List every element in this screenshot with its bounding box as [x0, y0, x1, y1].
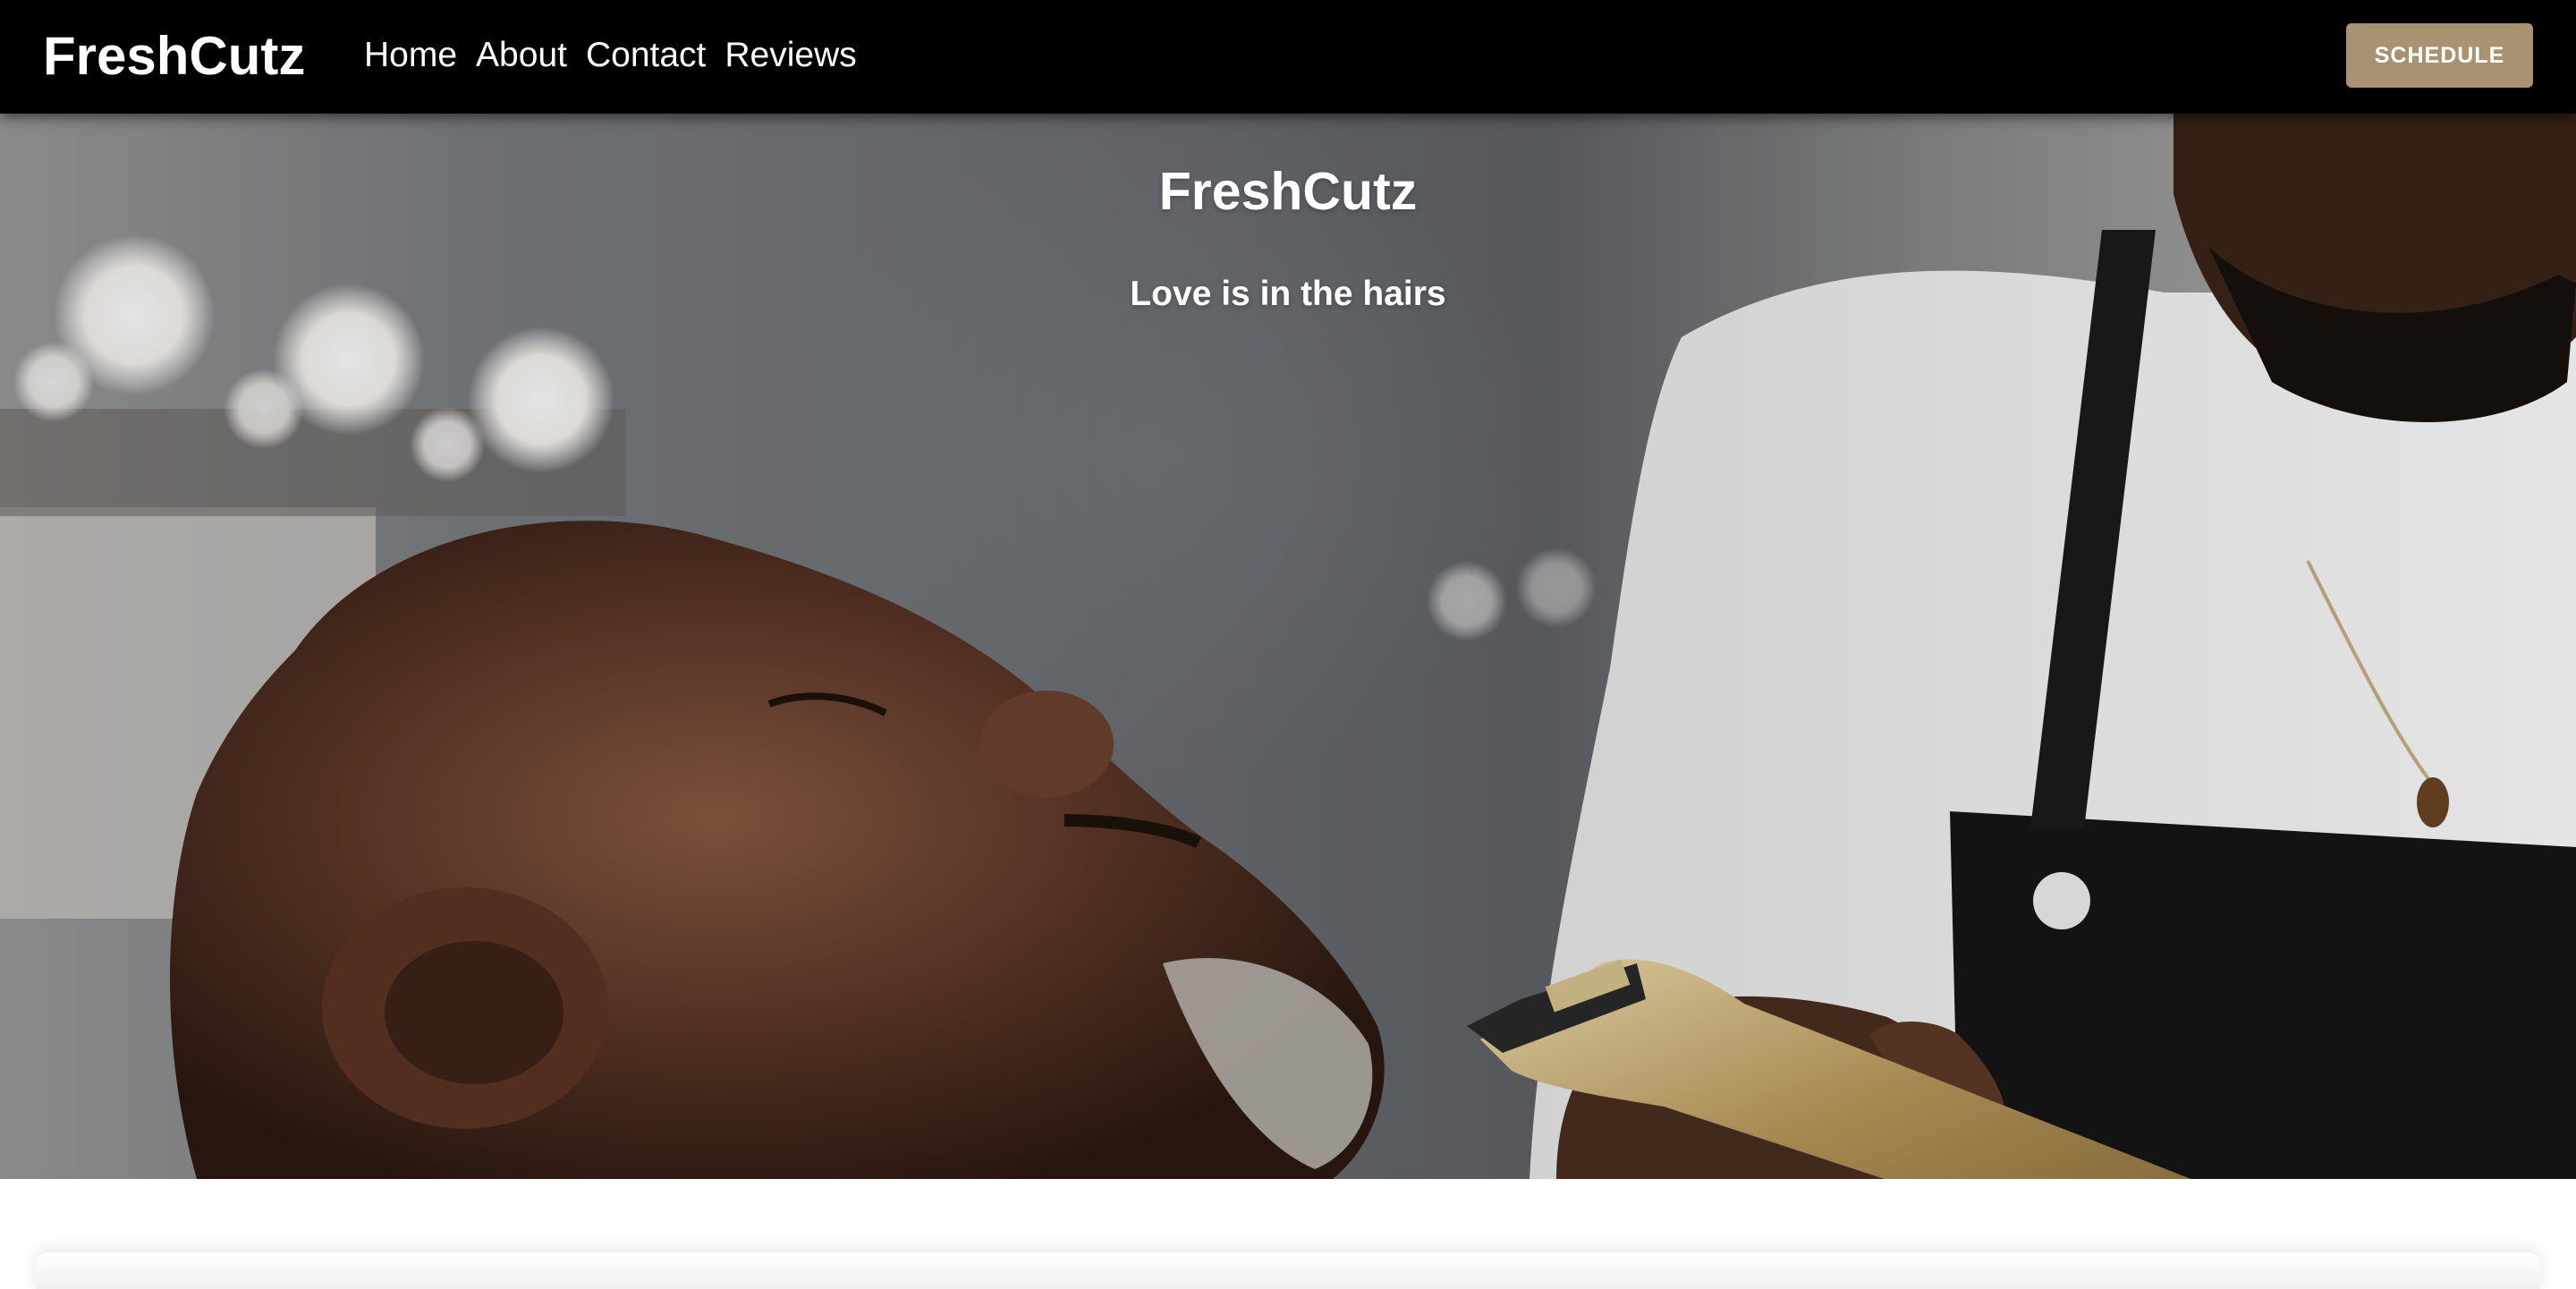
hero-title: FreshCutz [1158, 162, 1418, 221]
brand-logo[interactable]: FreshCutz [43, 25, 305, 88]
hero-tagline: Love is in the hairs [1130, 275, 1446, 313]
nav-link-about[interactable]: About [476, 34, 567, 77]
schedule-button[interactable]: SCHEDULE [2346, 23, 2533, 88]
nav-links: Home About Contact Reviews [364, 34, 876, 77]
nav-link-home[interactable]: Home [364, 34, 457, 77]
nav-link-reviews[interactable]: Reviews [724, 34, 856, 77]
nav-link-contact[interactable]: Contact [586, 34, 706, 77]
hero-section: FreshCutz Love is in the hairs [0, 114, 2576, 1179]
content-card-top [36, 1252, 2540, 1289]
top-navbar: FreshCutz Home About Contact Reviews SCH… [0, 0, 2576, 114]
